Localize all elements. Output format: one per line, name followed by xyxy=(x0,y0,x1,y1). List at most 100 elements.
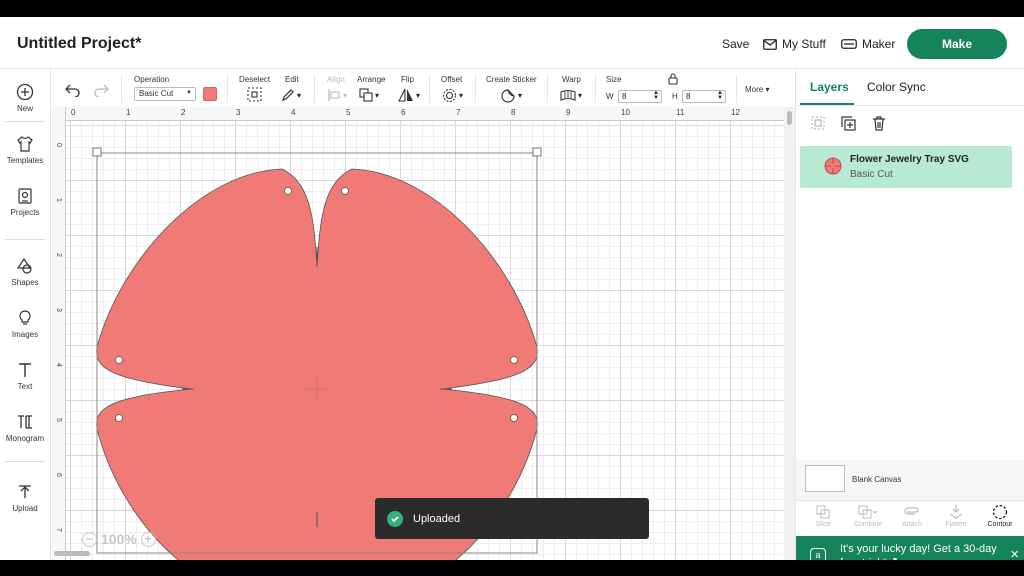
trash-icon[interactable] xyxy=(872,116,886,131)
layer-row[interactable]: Flower Jewelry Tray SVG Basic Cut xyxy=(800,146,1012,188)
caret-down-icon: ▼ xyxy=(186,90,192,96)
design-canvas[interactable]: 0 1 2 3 4 5 6 7 8 9 10 11 12 01234567 − 100% + xyxy=(52,107,785,560)
zoom-out-icon[interactable]: − xyxy=(82,531,97,547)
offset-button[interactable]: ▾ xyxy=(442,87,463,103)
slice-label: Slice xyxy=(815,521,831,528)
tab-layers[interactable]: Layers xyxy=(810,80,849,94)
left-nav: New Templates Projects Shapes Images Tex… xyxy=(0,69,51,560)
tab-color-sync[interactable]: Color Sync xyxy=(867,80,926,94)
caret-down-icon: ▾ xyxy=(375,90,380,100)
contour-label: Contour xyxy=(987,521,1013,528)
size-label: Size xyxy=(606,75,622,84)
stepper-icon[interactable]: ▲ ▼ xyxy=(717,90,723,101)
active-tab-indicator xyxy=(800,103,854,105)
combine-label: Combine xyxy=(853,521,882,528)
flip-button[interactable]: ▾ xyxy=(398,87,420,103)
resize-handle-tl[interactable] xyxy=(92,147,102,157)
undo-icon[interactable] xyxy=(65,83,81,97)
monogram-icon xyxy=(18,415,32,429)
toolbar-divider xyxy=(475,75,476,103)
toolbar-divider xyxy=(736,75,737,103)
flip-label: Flip xyxy=(401,75,414,84)
nav-upload[interactable]: Upload xyxy=(0,483,50,513)
flatten-icon xyxy=(949,505,963,519)
caret-down-icon: ▾ xyxy=(297,90,302,100)
more-button[interactable]: More ▾ xyxy=(745,85,769,94)
flower-tray-shape[interactable] xyxy=(52,107,785,560)
horizontal-scrollbar[interactable] xyxy=(54,551,90,556)
nav-templates[interactable]: Templates xyxy=(0,135,50,165)
mystuff-label: My Stuff xyxy=(782,37,826,51)
blank-canvas-swatch[interactable] xyxy=(805,465,845,492)
nav-text[interactable]: Text xyxy=(0,361,50,391)
redo-icon[interactable] xyxy=(93,83,109,97)
free-trial-banner[interactable]: a It's your lucky day! Get a 30-day free… xyxy=(796,536,1024,560)
create-sticker-button[interactable]: ▾ xyxy=(501,87,522,103)
duplicate-icon[interactable] xyxy=(841,116,856,131)
slice-icon xyxy=(816,505,830,519)
make-button[interactable]: Make xyxy=(907,29,1007,59)
zoom-in-icon[interactable]: + xyxy=(140,531,156,547)
warp-button[interactable]: ▾ xyxy=(560,87,582,103)
shapes-icon xyxy=(16,257,32,274)
height-label: H xyxy=(672,92,678,101)
width-input[interactable]: 8 ▲ ▼ xyxy=(618,90,662,103)
check-circle-icon xyxy=(387,510,403,527)
layer-thumbnail xyxy=(824,157,842,175)
plus-circle-icon xyxy=(16,83,34,101)
nav-images-label: Images xyxy=(11,330,39,339)
project-title[interactable]: Untitled Project* xyxy=(17,35,141,53)
edit-button[interactable]: ▾ xyxy=(281,87,301,103)
deselect-icon[interactable] xyxy=(247,87,262,102)
operation-label: Operation xyxy=(134,75,170,84)
nav-monogram-label: Monogram xyxy=(5,434,45,443)
zoom-control: − 100% + xyxy=(82,531,156,547)
pin-hole xyxy=(284,187,292,195)
align-label: Align xyxy=(327,75,345,84)
sticker-icon xyxy=(501,88,515,103)
contour-button[interactable]: Contour xyxy=(978,504,1022,528)
group-icon[interactable] xyxy=(811,116,825,130)
lightbulb-icon xyxy=(19,310,31,325)
slice-button[interactable]: Slice xyxy=(801,504,845,528)
align-icon xyxy=(328,89,340,101)
combine-button[interactable]: Combine xyxy=(846,504,890,528)
height-input[interactable]: 8 ▲ ▼ xyxy=(682,90,726,103)
nav-projects[interactable]: Projects xyxy=(0,187,50,217)
align-button[interactable]: ▾ xyxy=(327,87,347,103)
caret-down-icon: ▾ xyxy=(765,85,770,94)
resize-handle-tr[interactable] xyxy=(532,147,542,157)
close-icon[interactable]: ✕ xyxy=(1010,548,1019,560)
caret-down-icon: ▾ xyxy=(459,90,464,100)
width-label: W xyxy=(606,92,614,101)
warp-label: Warp xyxy=(562,75,581,84)
blank-canvas-row[interactable]: Blank Canvas xyxy=(796,460,1024,500)
nav-new[interactable]: New xyxy=(0,83,50,113)
operation-select[interactable]: Basic Cut ▼ xyxy=(134,87,196,101)
tabs-divider xyxy=(796,105,1024,106)
stepper-icon[interactable]: ▲ ▼ xyxy=(653,90,659,101)
flatten-button[interactable]: Flatten xyxy=(934,504,978,528)
maker-button[interactable]: Maker xyxy=(841,37,895,51)
save-button[interactable]: Save xyxy=(722,37,749,51)
attach-button[interactable]: Attach xyxy=(890,504,934,528)
top-header: Untitled Project* Save My Stuff Maker Ma… xyxy=(0,17,1024,69)
scrollbar-thumb[interactable] xyxy=(787,111,792,125)
caret-down-icon: ▾ xyxy=(416,90,421,100)
pin-hole xyxy=(341,187,349,195)
arrange-button[interactable]: ▾ xyxy=(359,87,379,103)
operation-value: Basic Cut xyxy=(139,89,174,98)
layers-panel: Layers Color Sync Flower Jewelry Tray SV… xyxy=(795,69,1024,560)
nav-monogram[interactable]: Monogram xyxy=(0,413,50,443)
pin-hole xyxy=(510,414,518,422)
operation-color-swatch[interactable] xyxy=(203,87,217,101)
arrange-label: Arrange xyxy=(357,75,386,84)
vertical-scrollbar[interactable] xyxy=(784,107,795,560)
pin-hole xyxy=(115,356,123,364)
height-value: 8 xyxy=(686,92,691,101)
nav-images[interactable]: Images xyxy=(0,309,50,339)
lock-icon[interactable] xyxy=(668,73,678,85)
toolbar-divider xyxy=(314,75,315,103)
mystuff-button[interactable]: My Stuff xyxy=(763,37,826,51)
nav-shapes[interactable]: Shapes xyxy=(0,257,50,287)
